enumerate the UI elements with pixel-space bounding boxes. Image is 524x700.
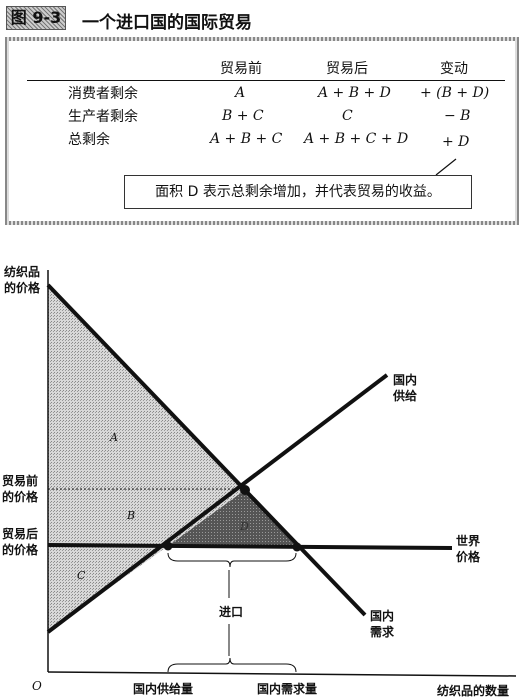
area-a-label: A <box>109 431 118 444</box>
imports-label: 进口 <box>219 604 243 619</box>
supply-label: 供给 <box>392 388 417 403</box>
imports-brace-bottom <box>167 657 297 673</box>
quantity-demanded-label: 国内需求量 <box>257 681 317 696</box>
area-b-label: B <box>126 509 135 522</box>
pre-trade-price-label: 的价格 <box>2 489 39 504</box>
figure-page: 图 9-3 一个进口国的国际贸易 贸易前 贸易后 变动 消费者剩余 A A + … <box>0 0 524 700</box>
y-axis-label: 的价格 <box>4 280 41 295</box>
quantity-demanded-point <box>292 542 302 552</box>
x-axis-label: 纺织品的数量 <box>437 683 509 698</box>
quantity-supplied-label: 国内供给量 <box>133 681 193 696</box>
y-axis-label: 纺织品 <box>4 264 40 279</box>
post-trade-price-label: 贸易后 <box>2 526 38 541</box>
area-c-label: C <box>77 569 86 582</box>
equilibrium-point <box>240 485 250 495</box>
post-trade-price-label: 的价格 <box>2 542 39 557</box>
world-price-label: 世界 <box>456 533 480 548</box>
origin-label: O <box>32 679 42 693</box>
pre-trade-price-label: 贸易前 <box>2 473 38 488</box>
imports-brace-top <box>167 552 297 568</box>
demand-label: 国内 <box>370 608 394 623</box>
area-d-label: D <box>239 520 249 533</box>
demand-label: 需求 <box>370 624 395 639</box>
quantity-supplied-point <box>163 541 173 551</box>
supply-label: 国内 <box>393 372 417 387</box>
world-price-label: 价格 <box>456 549 481 564</box>
supply-demand-diagram: 纺织品 的价格 贸易前 的价格 贸易后 的价格 国内 供给 世界 价格 国内 需… <box>2 264 517 698</box>
x-axis <box>47 671 517 677</box>
